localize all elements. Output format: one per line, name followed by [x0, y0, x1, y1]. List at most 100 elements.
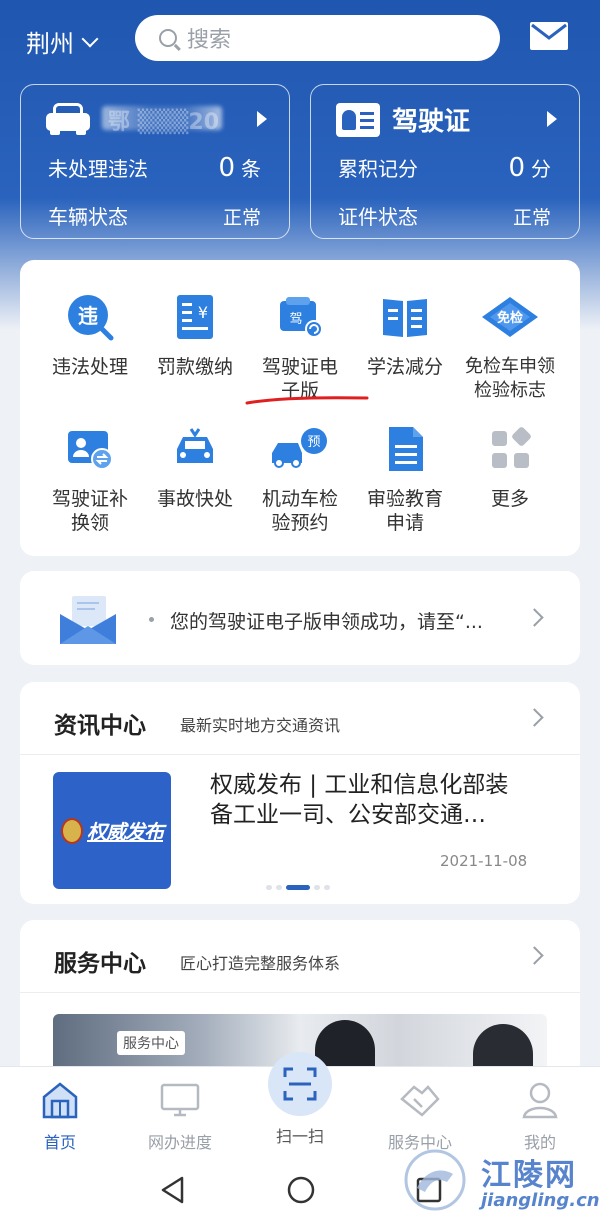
exempt-badge: 免检 — [497, 310, 523, 326]
back-icon[interactable] — [160, 1176, 184, 1204]
license-card-header: 驾驶证 — [336, 101, 470, 138]
notice-text: 您的驾驶证电子版申领成功，请至“... — [170, 611, 483, 633]
fine-icon: ¥ — [177, 295, 213, 339]
home-circle-icon[interactable] — [287, 1176, 315, 1204]
service-violation[interactable]: 违 违法处理 — [35, 293, 145, 379]
license-badge: 驾 — [289, 312, 302, 327]
news-center-card: 资讯中心 最新实时地方交通资讯 权威发布 权威发布 | 工业和信息化部装 备工业… — [20, 682, 580, 904]
divider — [20, 992, 580, 993]
license-status-label: 证件状态 — [338, 205, 418, 229]
service-inspection[interactable]: 预 机动车检 验预约 — [245, 425, 355, 535]
handshake-icon — [400, 1085, 440, 1117]
watermark-name: 江陵网 — [481, 1158, 577, 1193]
news-headline[interactable]: 权威发布 | 工业和信息化部装 备工业一司、公安部交通… — [210, 770, 550, 830]
e-license-icon: 驾 — [280, 297, 323, 338]
news-section-subtitle: 最新实时地方交通资讯 — [180, 716, 341, 735]
scan-button[interactable] — [268, 1052, 332, 1116]
divider — [20, 754, 580, 755]
points-label: 累积记分 — [338, 157, 418, 181]
tab-label: 扫一扫 — [275, 1127, 324, 1146]
car-icon — [46, 101, 90, 135]
inspection-icon: 预 — [272, 428, 327, 468]
fine-badge: ¥ — [198, 303, 208, 322]
tab-label: 网办进度 — [147, 1133, 212, 1152]
tab-service-center[interactable]: 服务中心 — [370, 1081, 470, 1153]
banner-tag: 服务中心 — [117, 1031, 185, 1055]
news-section-title: 资讯中心 — [54, 713, 146, 739]
points-value: 0 — [508, 153, 525, 183]
inspection-badge: 预 — [307, 435, 320, 450]
city-label: 荆州 — [26, 30, 74, 58]
service-center-title: 服务中心 — [54, 951, 146, 977]
red-annotation-underline — [245, 396, 369, 405]
license-renew-icon — [68, 431, 113, 470]
accident-icon — [177, 428, 213, 463]
home-icon — [42, 1082, 78, 1119]
user-icon — [522, 1082, 558, 1119]
license-card[interactable]: 驾驶证 累积记分 0分 证件状态 正常 — [310, 84, 580, 239]
thumbnail-text: 权威发布 — [87, 820, 164, 844]
service-label: 审验教育 — [366, 488, 443, 510]
chevron-right-icon — [525, 608, 544, 627]
service-fine[interactable]: ¥ 罚款缴纳 — [140, 293, 250, 379]
service-accident[interactable]: 事故快处 — [140, 425, 250, 511]
top-bar: 荆州 搜索 — [0, 0, 600, 80]
service-center-subtitle: 匠心打造完整服务体系 — [180, 954, 341, 973]
scan-icon — [283, 1067, 317, 1101]
service-more[interactable]: 更多 — [455, 425, 565, 511]
service-study[interactable]: 学法减分 — [350, 293, 460, 379]
news-headline-line2: 备工业一司、公安部交通… — [210, 802, 486, 828]
violations-label: 未处理违法 — [48, 157, 148, 181]
search-placeholder: 搜索 — [187, 28, 232, 53]
vehicle-status-row: 车辆状态 正常 — [48, 201, 261, 230]
police-emblem-icon — [61, 817, 83, 844]
service-label: 违法处理 — [51, 356, 128, 378]
vehicle-card-arrow-icon — [257, 111, 267, 127]
service-review-education[interactable]: 审验教育 申请 — [350, 425, 460, 535]
service-label-line2: 申请 — [385, 512, 424, 534]
vehicle-card[interactable]: 鄂 ▒▒▒20 未处理违法 0条 车辆状态 正常 — [20, 84, 290, 239]
tab-scan[interactable]: 扫一扫 — [250, 1123, 350, 1147]
service-license-renew[interactable]: 驾驶证补 换领 — [35, 425, 145, 535]
more-grid-icon — [492, 427, 531, 468]
services-grid: 违 违法处理 ¥ 罚款缴纳 驾 驾驶证电 子版 学法减分 免检 免检车申领 检验… — [20, 260, 580, 556]
service-label: 驾驶证补 — [51, 488, 128, 510]
service-label: 事故快处 — [156, 488, 233, 510]
license-card-arrow-icon — [547, 111, 557, 127]
service-label: 免检车申领 — [465, 356, 555, 377]
site-watermark: 江陵网 jiangling.cn — [403, 1146, 600, 1218]
vehicle-card-header: 鄂 ▒▒▒20 — [46, 101, 222, 135]
license-points-row: 累积记分 0分 — [338, 153, 551, 183]
points-unit: 分 — [531, 157, 551, 181]
service-label-line2: 检验标志 — [474, 380, 546, 401]
service-e-license[interactable]: 驾 驾驶证电 子版 — [245, 293, 355, 403]
service-label-line2: 换领 — [70, 512, 109, 534]
document-icon — [389, 427, 423, 471]
tab-home[interactable]: 首页 — [10, 1081, 110, 1153]
search-input[interactable]: 搜索 — [135, 15, 500, 61]
service-label-line2: 验预约 — [271, 512, 329, 534]
vehicle-status-value: 正常 — [222, 207, 261, 229]
news-thumbnail[interactable]: 权威发布 — [53, 772, 171, 889]
mail-icon[interactable] — [527, 4, 575, 50]
plate-number: 鄂 ▒▒▒20 — [108, 110, 220, 135]
tab-progress[interactable]: 网办进度 — [130, 1081, 230, 1153]
monitor-icon — [160, 1083, 200, 1117]
violations-value: 0 — [218, 153, 235, 183]
license-status-row: 证件状态 正常 — [338, 201, 551, 230]
service-exempt[interactable]: 免检 免检车申领 检验标志 — [455, 293, 565, 403]
id-card-icon — [336, 102, 380, 137]
news-more-chevron-icon[interactable] — [525, 708, 544, 727]
search-icon — [159, 29, 177, 47]
notice-card[interactable]: 您的驾驶证电子版申领成功，请至“... — [20, 571, 580, 665]
chevron-down-icon — [81, 30, 99, 47]
city-selector[interactable]: 荆州 — [26, 24, 99, 59]
tab-profile[interactable]: 我的 — [490, 1081, 590, 1153]
vehicle-status-label: 车辆状态 — [48, 205, 128, 229]
violation-badge: 违 — [78, 304, 98, 328]
violations-unit: 条 — [241, 157, 261, 181]
envelope-icon — [60, 596, 116, 644]
license-card-title: 驾驶证 — [392, 107, 471, 137]
watermark-domain: jiangling.cn — [481, 1190, 600, 1211]
service-center-chevron-icon[interactable] — [525, 946, 544, 965]
